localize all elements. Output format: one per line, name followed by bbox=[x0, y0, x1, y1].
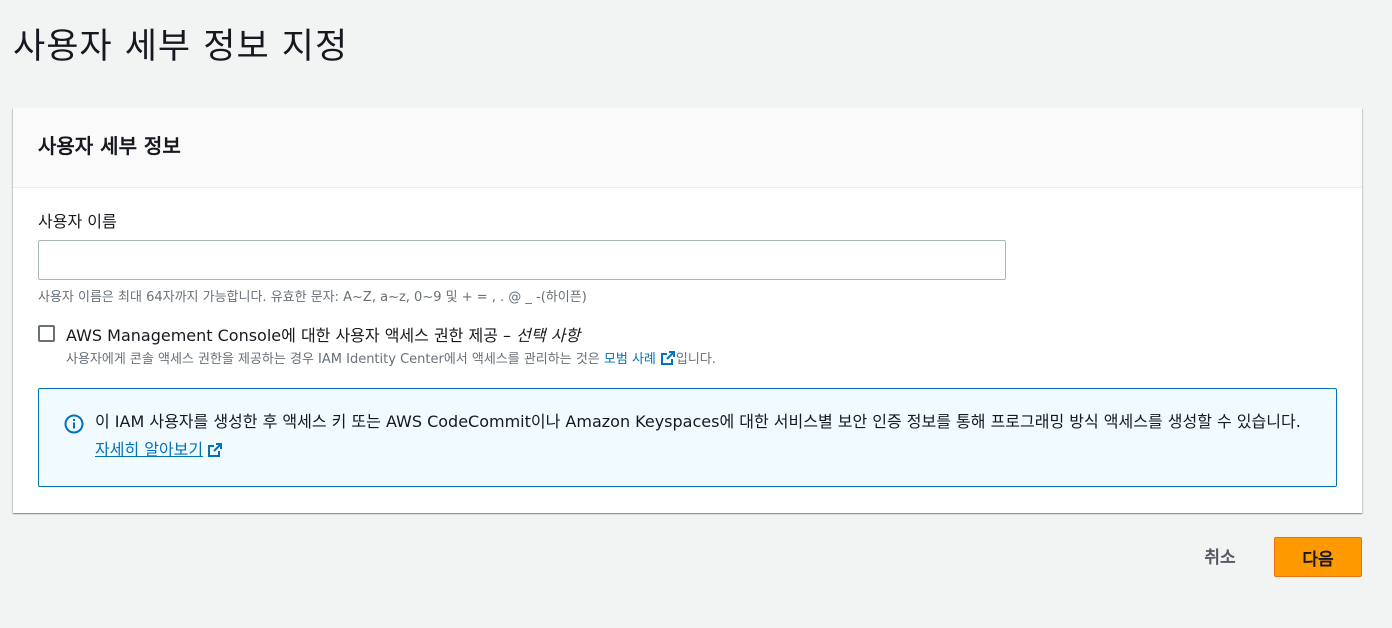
console-access-label-text: AWS Management Console에 대한 사용자 액세스 권한 제공… bbox=[66, 326, 512, 345]
panel-header: 사용자 세부 정보 bbox=[13, 108, 1362, 188]
info-alert-message: 이 IAM 사용자를 생성한 후 액세스 키 또는 AWS CodeCommit… bbox=[95, 412, 1301, 431]
info-icon bbox=[64, 414, 84, 434]
panel-title: 사용자 세부 정보 bbox=[38, 134, 181, 158]
username-hint: 사용자 이름은 최대 64자까지 가능합니다. 유효한 문자: A~Z, a~z… bbox=[38, 290, 587, 305]
external-link-icon bbox=[660, 351, 675, 365]
best-practice-link-text: 모범 사례 bbox=[603, 352, 656, 367]
optional-tag: 선택 사항 bbox=[516, 326, 581, 345]
console-access-label[interactable]: AWS Management Console에 대한 사용자 액세스 권한 제공… bbox=[66, 322, 580, 346]
info-alert: 이 IAM 사용자를 생성한 후 액세스 키 또는 AWS CodeCommit… bbox=[38, 388, 1337, 487]
console-access-checkbox[interactable] bbox=[38, 325, 55, 342]
page-title: 사용자 세부 정보 지정 bbox=[13, 27, 349, 67]
cancel-button[interactable]: 취소 bbox=[1190, 540, 1250, 570]
username-input[interactable] bbox=[38, 240, 1006, 280]
console-access-desc-suffix: 입니다. bbox=[675, 352, 716, 367]
learn-more-link[interactable]: 자세히 알아보기 bbox=[95, 440, 203, 459]
external-link-icon bbox=[208, 443, 223, 457]
user-details-panel: 사용자 세부 정보 사용자 이름 사용자 이름은 최대 64자까지 가능합니다.… bbox=[13, 108, 1362, 513]
learn-more-link-text: 자세히 알아보기 bbox=[95, 440, 204, 459]
next-button[interactable]: 다음 bbox=[1274, 537, 1362, 577]
best-practice-link[interactable]: 모범 사례 bbox=[603, 351, 676, 367]
username-label: 사용자 이름 bbox=[38, 212, 117, 231]
console-access-desc-text: 사용자에게 콘솔 액세스 권한을 제공하는 경우 IAM Identity Ce… bbox=[66, 352, 600, 367]
info-alert-text: 이 IAM 사용자를 생성한 후 액세스 키 또는 AWS CodeCommit… bbox=[95, 408, 1310, 464]
console-access-description: 사용자에게 콘솔 액세스 권한을 제공하는 경우 IAM Identity Ce… bbox=[66, 348, 716, 367]
